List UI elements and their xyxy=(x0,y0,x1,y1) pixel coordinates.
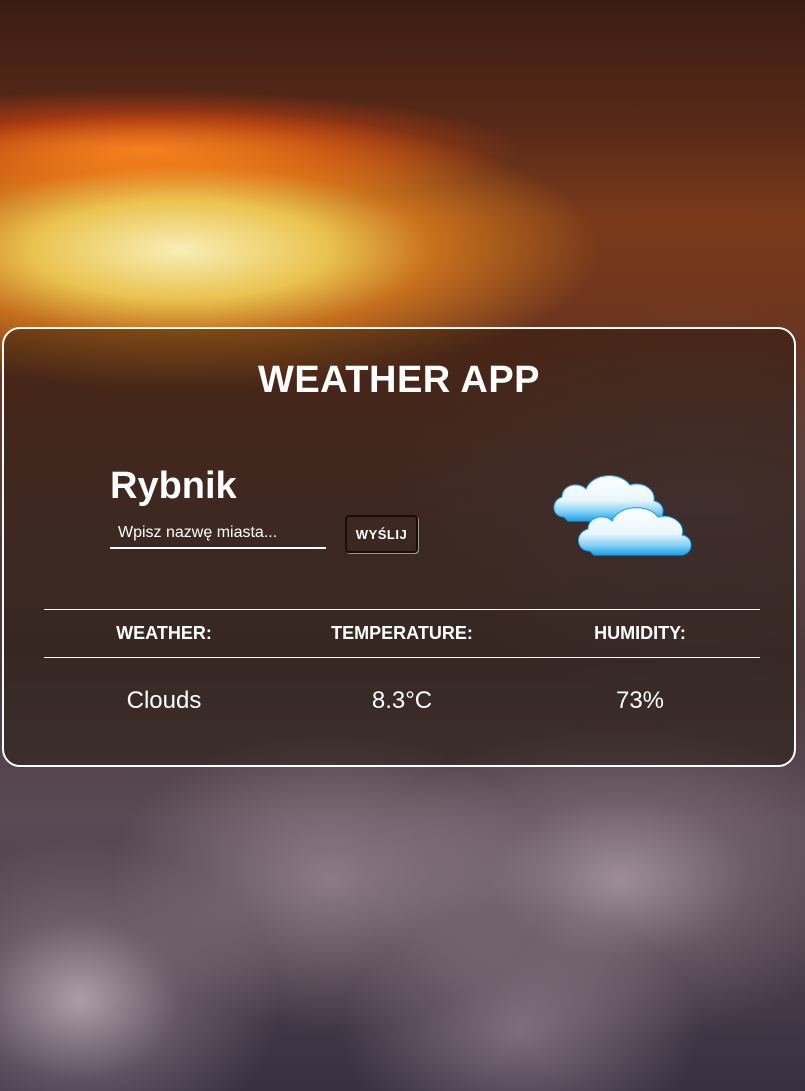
humidity-label: HUMIDITY: xyxy=(594,623,686,643)
send-button[interactable]: WYŚLIJ xyxy=(345,515,418,553)
humidity-value: 73% xyxy=(615,687,665,714)
weather-value: Clouds xyxy=(126,687,202,714)
weather-card: WEATHER APP Rybnik WYŚLIJ WEATHER: TEMPE… xyxy=(2,327,796,767)
temperature-value: 8.3°C xyxy=(371,687,433,714)
weather-label: WEATHER: xyxy=(116,623,212,643)
city-search-input[interactable] xyxy=(110,519,326,549)
info-divider-bottom xyxy=(44,657,760,658)
city-name: Rybnik xyxy=(110,465,237,507)
cloud-icon xyxy=(553,475,692,556)
info-divider-top xyxy=(44,609,760,610)
app-title: WEATHER APP xyxy=(257,359,541,401)
temperature-label: TEMPERATURE: xyxy=(331,623,473,643)
